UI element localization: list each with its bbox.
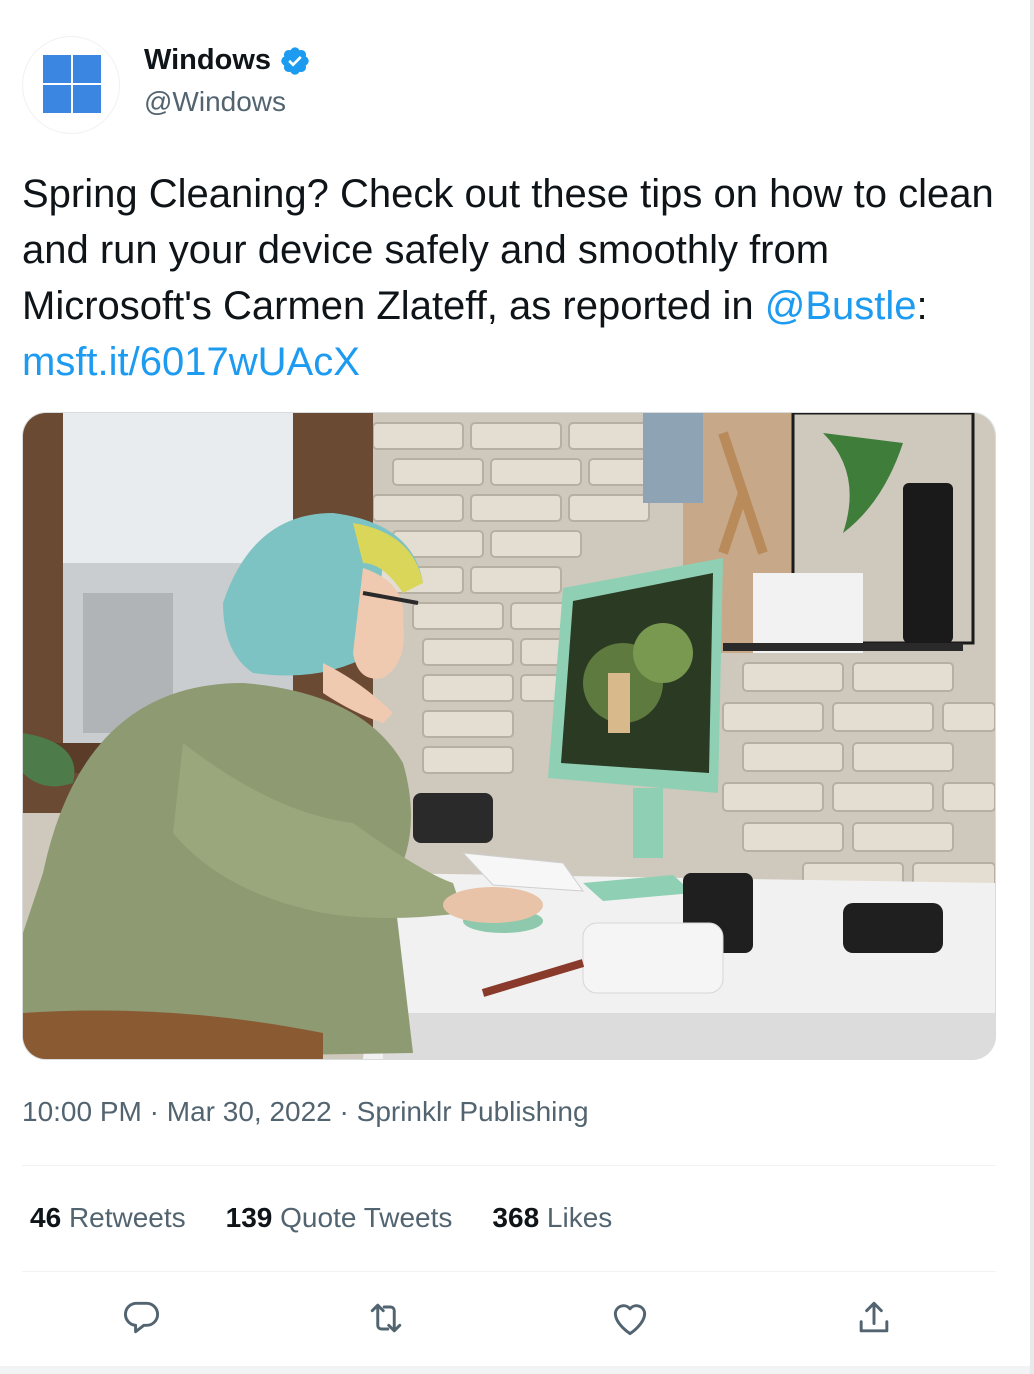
divider bbox=[22, 1165, 996, 1166]
bottom-bar bbox=[0, 1366, 1030, 1374]
author-handle[interactable]: @Windows bbox=[144, 86, 286, 118]
mention-link[interactable]: @Bustle bbox=[765, 284, 917, 328]
quote-tweets-stat[interactable]: 139 Quote Tweets bbox=[226, 1202, 453, 1234]
meta-dot: · bbox=[339, 1096, 349, 1127]
meta-dot: · bbox=[149, 1096, 159, 1127]
like-button[interactable] bbox=[608, 1296, 652, 1340]
tweet-time[interactable]: 10:00 PM bbox=[22, 1096, 142, 1127]
share-icon bbox=[859, 1301, 889, 1333]
tweet-source[interactable]: Sprinklr Publishing bbox=[357, 1096, 589, 1127]
retweets-count: 46 bbox=[30, 1202, 62, 1233]
likes-stat[interactable]: 368 Likes bbox=[492, 1202, 612, 1234]
share-button[interactable] bbox=[852, 1296, 896, 1340]
tweet-text-separator: : bbox=[916, 284, 928, 328]
quote-tweets-count: 139 bbox=[225, 1202, 273, 1233]
photo-woman-at-computer bbox=[23, 413, 995, 1059]
likes-label: Likes bbox=[546, 1202, 613, 1233]
tweet-stats: 46 Retweets 139 Quote Tweets 368 Likes bbox=[30, 1202, 652, 1234]
scrollbar-track[interactable] bbox=[1030, 0, 1034, 1374]
author-name-row: Windows bbox=[144, 44, 311, 77]
divider bbox=[22, 1271, 996, 1272]
avatar[interactable] bbox=[22, 36, 120, 134]
tweet-meta: 10:00 PM · Mar 30, 2022 · Sprinklr Publi… bbox=[22, 1096, 589, 1128]
reply-icon bbox=[124, 1301, 159, 1334]
url-link[interactable]: msft.it/6017wUAcX bbox=[22, 340, 360, 384]
retweets-stat[interactable]: 46 Retweets bbox=[30, 1202, 186, 1234]
action-bar bbox=[0, 1296, 1030, 1346]
verified-badge-icon bbox=[281, 46, 309, 75]
tweet-date[interactable]: Mar 30, 2022 bbox=[167, 1096, 332, 1127]
heart-icon bbox=[613, 1304, 647, 1336]
retweet-button[interactable] bbox=[364, 1296, 408, 1340]
quote-tweets-label: Quote Tweets bbox=[280, 1202, 453, 1233]
retweet-icon bbox=[370, 1303, 402, 1333]
reply-button[interactable] bbox=[120, 1296, 164, 1340]
tweet-photo[interactable] bbox=[22, 412, 996, 1060]
likes-count: 368 bbox=[492, 1202, 540, 1233]
retweets-label: Retweets bbox=[68, 1202, 186, 1233]
tweet-card: Windows @Windows Spring Cleaning? Check … bbox=[0, 0, 1030, 1374]
tweet-text: Spring Cleaning? Check out these tips on… bbox=[22, 166, 1012, 390]
author-display-name[interactable]: Windows bbox=[144, 44, 271, 77]
